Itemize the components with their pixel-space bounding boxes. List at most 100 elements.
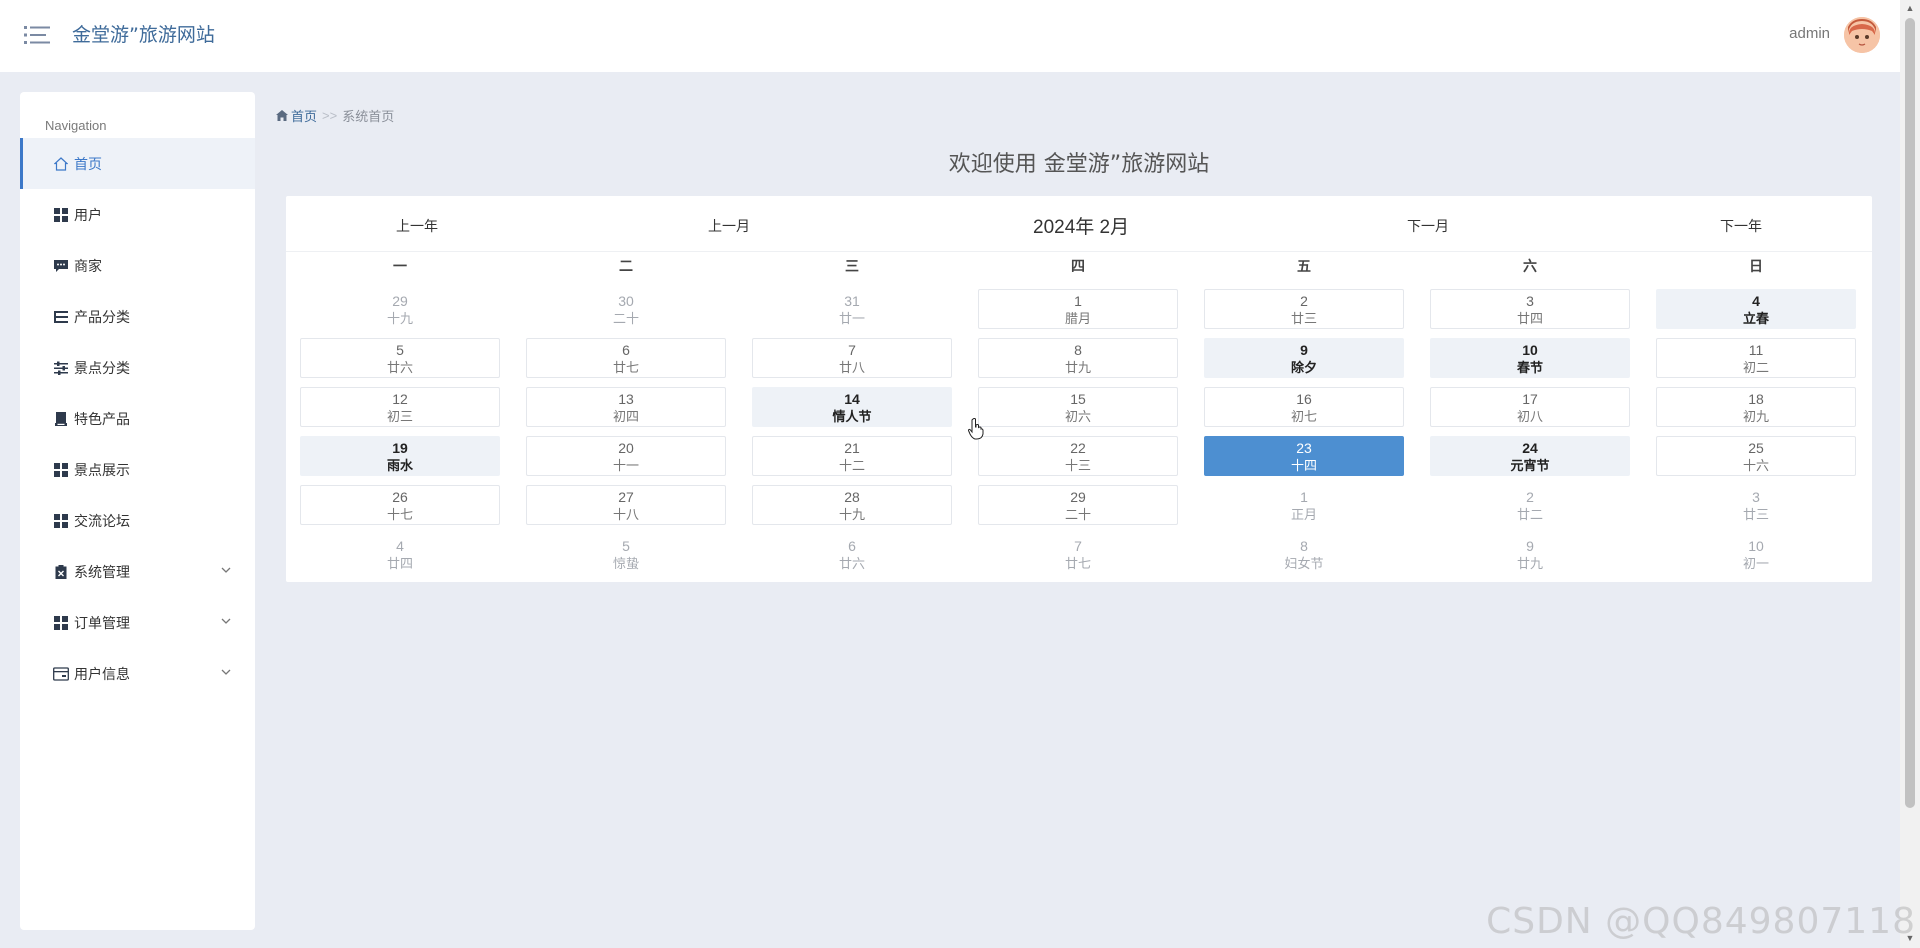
calendar-day-cell[interactable]: 29 二十 <box>978 485 1178 525</box>
lunar-label: 初九 <box>1742 409 1769 424</box>
breadcrumb: 首页 >> 系统首页 <box>276 106 394 125</box>
calendar-day-cell[interactable]: 3 廿四 <box>1430 289 1630 329</box>
calendar-day-cell[interactable]: 8 妇女节 <box>1204 534 1404 574</box>
calendar-day-cell[interactable]: 9 除夕 <box>1204 338 1404 378</box>
sidebar-item-3[interactable]: 商家 <box>20 240 255 291</box>
menu-icon[interactable] <box>24 24 50 46</box>
sidebar-item-9[interactable]: 系统管理 <box>20 546 255 597</box>
scroll-thumb[interactable] <box>1905 18 1915 808</box>
lunar-label: 除夕 <box>1290 360 1317 375</box>
sidebar-item-10[interactable]: 订单管理 <box>20 597 255 648</box>
day-number: 30 <box>618 293 634 309</box>
day-number: 8 <box>1074 342 1082 358</box>
lunar-label: 十四 <box>1290 458 1317 473</box>
day-number: 24 <box>1522 440 1538 456</box>
calendar-day-cell[interactable]: 1 腊月 <box>978 289 1178 329</box>
list-icon <box>53 309 69 325</box>
sidebar-item-label: 用户信息 <box>74 665 130 682</box>
calendar-day-cell[interactable]: 29 十九 <box>300 289 500 329</box>
weekday-label: 五 <box>1297 258 1311 274</box>
calendar-day-cell[interactable]: 2 廿三 <box>1204 289 1404 329</box>
day-number: 25 <box>1748 440 1764 456</box>
calendar-day-cell[interactable]: 31 廿一 <box>752 289 952 329</box>
day-number: 31 <box>844 293 860 309</box>
calendar-day-cell[interactable]: 20 十一 <box>526 436 726 476</box>
calendar-day-cell[interactable]: 5 惊蛰 <box>526 534 726 574</box>
chat-icon <box>53 258 69 274</box>
calendar-day-cell[interactable]: 25 十六 <box>1656 436 1856 476</box>
sidebar-item-4[interactable]: 产品分类 <box>20 291 255 342</box>
lunar-label: 廿三 <box>1742 507 1769 522</box>
lunar-label: 初七 <box>1290 409 1317 424</box>
calendar-day-cell[interactable]: 28 十九 <box>752 485 952 525</box>
sidebar-item-5[interactable]: 景点分类 <box>20 342 255 393</box>
day-number: 21 <box>844 440 860 456</box>
calendar-day-cell[interactable]: 18 初九 <box>1656 387 1856 427</box>
calendar-day-cell[interactable]: 9 廿九 <box>1430 534 1630 574</box>
lunar-label: 妇女节 <box>1284 556 1324 571</box>
calendar-day-cell[interactable]: 10 初一 <box>1656 534 1856 574</box>
calendar-day-cell[interactable]: 7 廿七 <box>978 534 1178 574</box>
avatar[interactable] <box>1844 17 1880 53</box>
day-number: 2 <box>1526 489 1534 505</box>
next-month-button[interactable]: 下一月 <box>1407 216 1449 236</box>
calendar-day-cell[interactable]: 4 立春 <box>1656 289 1856 329</box>
calendar-day-cell[interactable]: 24 元宵节 <box>1430 436 1630 476</box>
calendar-day-cell[interactable]: 1 正月 <box>1204 485 1404 525</box>
calendar-day-cell[interactable]: 26 十七 <box>300 485 500 525</box>
page-scrollbar[interactable]: ▲ ▼ <box>1900 0 1920 948</box>
lunar-label: 廿四 <box>1516 311 1543 326</box>
sidebar-item-8[interactable]: 交流论坛 <box>20 495 255 546</box>
calendar-day-cell[interactable]: 21 十二 <box>752 436 952 476</box>
calendar-day-cell[interactable]: 12 初三 <box>300 387 500 427</box>
calendar-day-cell[interactable]: 6 廿六 <box>752 534 952 574</box>
day-number: 1 <box>1074 293 1082 309</box>
calendar-day-cell[interactable]: 4 廿四 <box>300 534 500 574</box>
calendar-day-cell[interactable]: 23 十四 <box>1204 436 1404 476</box>
calendar-day-cell[interactable]: 17 初八 <box>1430 387 1630 427</box>
day-number: 3 <box>1526 293 1534 309</box>
home-icon <box>276 110 288 121</box>
sidebar-item-6[interactable]: 特色产品 <box>20 393 255 444</box>
prev-year-button[interactable]: 上一年 <box>396 216 438 236</box>
next-year-button[interactable]: 下一年 <box>1720 216 1762 236</box>
user-name[interactable]: admin <box>1789 25 1830 42</box>
calendar-day-cell[interactable]: 15 初六 <box>978 387 1178 427</box>
calendar-day-cell[interactable]: 27 十八 <box>526 485 726 525</box>
calendar-day-cell[interactable]: 6 廿七 <box>526 338 726 378</box>
lunar-label: 十一 <box>612 458 639 473</box>
calendar-day-cell[interactable]: 2 廿二 <box>1430 485 1630 525</box>
calendar-day-cell[interactable]: 5 廿六 <box>300 338 500 378</box>
day-number: 23 <box>1296 440 1312 456</box>
prev-month-button[interactable]: 上一月 <box>708 216 750 236</box>
lunar-label: 廿七 <box>612 360 639 375</box>
breadcrumb-home[interactable]: 首页 <box>276 106 317 125</box>
lunar-label: 廿三 <box>1290 311 1317 326</box>
lunar-label: 二十 <box>1064 507 1091 522</box>
calendar-day-cell[interactable]: 16 初七 <box>1204 387 1404 427</box>
sliders-icon <box>53 360 69 376</box>
calendar-day-cell[interactable]: 14 情人节 <box>752 387 952 427</box>
calendar-day-cell[interactable]: 19 雨水 <box>300 436 500 476</box>
month-label: 2024年 2月 <box>1033 217 1130 238</box>
calendar-day-cell[interactable]: 3 廿三 <box>1656 485 1856 525</box>
chevron-down-icon <box>219 614 233 628</box>
calendar-day-cell[interactable]: 13 初四 <box>526 387 726 427</box>
brand-title: 金堂游”旅游网站 <box>72 24 215 46</box>
calendar-day-cell[interactable]: 10 春节 <box>1430 338 1630 378</box>
sidebar-item-11[interactable]: 用户信息 <box>20 648 255 699</box>
calendar-day-cell[interactable]: 7 廿八 <box>752 338 952 378</box>
calendar-day-cell[interactable]: 8 廿九 <box>978 338 1178 378</box>
calendar-day-cell[interactable]: 22 十三 <box>978 436 1178 476</box>
sidebar-item-2[interactable]: 用户 <box>20 189 255 240</box>
calendar-day-cell[interactable]: 11 初二 <box>1656 338 1856 378</box>
lunar-label: 腊月 <box>1064 311 1091 326</box>
lunar-label: 初三 <box>386 409 413 424</box>
calendar-day-cell[interactable]: 30 二十 <box>526 289 726 329</box>
scroll-up-icon[interactable]: ▲ <box>1904 2 1916 14</box>
sidebar-item-7[interactable]: 景点展示 <box>20 444 255 495</box>
chevron-down-icon <box>219 563 233 577</box>
sidebar-item-1[interactable]: 首页 <box>20 138 255 189</box>
lunar-label: 十六 <box>1742 458 1769 473</box>
sidebar-item-label: 订单管理 <box>74 614 130 631</box>
